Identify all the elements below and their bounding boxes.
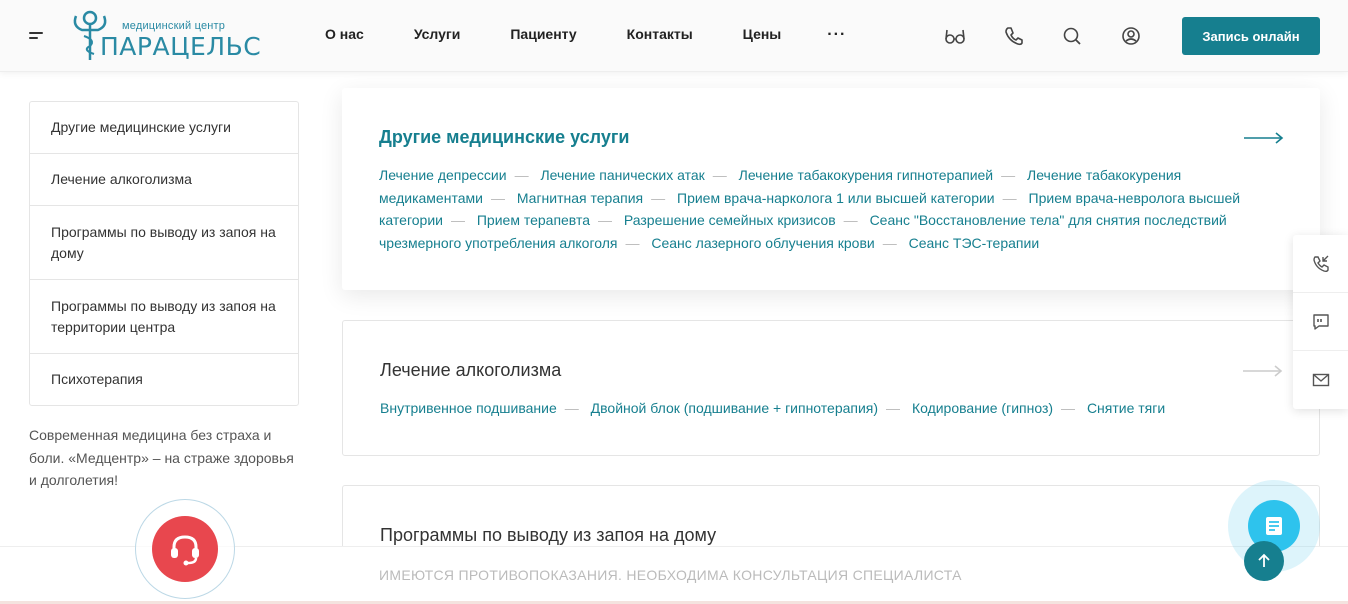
card-title[interactable]: Лечение алкоголизма bbox=[380, 360, 561, 381]
link-separator: — bbox=[712, 167, 727, 183]
nav-about[interactable]: О нас bbox=[325, 26, 364, 44]
sidebar-tagline: Современная медицина без страха и боли. … bbox=[29, 427, 294, 488]
service-card-alcoholism: Лечение алкоголизма Внутривенное подшива… bbox=[342, 320, 1320, 456]
service-link[interactable]: Магнитная терапия bbox=[517, 190, 643, 206]
sidebar-menu: Другие медицинские услуги Лечение алкого… bbox=[29, 101, 299, 406]
service-link[interactable]: Прием терапевта bbox=[477, 212, 590, 228]
service-link[interactable]: Снятие тяги bbox=[1087, 400, 1165, 416]
glasses-icon[interactable] bbox=[944, 25, 966, 47]
service-link[interactable]: Внутривенное подшивание bbox=[380, 400, 557, 416]
link-separator: — bbox=[882, 234, 897, 251]
sidebar-item-psychotherapy[interactable]: Психотерапия bbox=[30, 354, 298, 405]
logo-subtitle: медицинский центр bbox=[122, 20, 226, 32]
arrow-right-icon[interactable] bbox=[1244, 132, 1284, 144]
contraindications-warning: ИМЕЮТСЯ ПРОТИВОПОКАЗАНИЯ. НЕОБХОДИМА КОН… bbox=[379, 567, 962, 583]
link-separator: — bbox=[886, 400, 901, 416]
service-link[interactable]: Лечение депрессии bbox=[379, 167, 507, 183]
sidebar-item-home-detox[interactable]: Программы по выводу из запоя на дому bbox=[30, 206, 298, 280]
book-online-button[interactable]: Запись онлайн bbox=[1182, 17, 1320, 55]
sidebar-item-center-detox[interactable]: Программы по выводу из запоя на территор… bbox=[30, 280, 298, 354]
service-link[interactable]: Сеанс ТЭС-терапии bbox=[909, 235, 1040, 251]
site-logo[interactable]: медицинский центр ПАРАЦЕЛЬС bbox=[70, 10, 261, 62]
menu-burger-icon[interactable] bbox=[29, 31, 43, 41]
link-separator: — bbox=[651, 189, 666, 206]
scroll-top-button[interactable] bbox=[1244, 541, 1284, 581]
link-separator: — bbox=[514, 167, 529, 183]
link-separator: — bbox=[1061, 400, 1076, 416]
headset-icon bbox=[171, 535, 199, 566]
link-separator: — bbox=[1001, 167, 1016, 183]
service-link[interactable]: Лечение табакокурения гипнотерапией bbox=[739, 167, 993, 183]
card-links: Лечение депрессии — Лечение панических ат… bbox=[379, 164, 1279, 254]
headset-button[interactable] bbox=[152, 516, 218, 582]
link-separator: — bbox=[450, 212, 465, 229]
arrow-up-icon bbox=[1258, 553, 1270, 567]
service-link[interactable]: Прием врача-нарколога 1 или высшей катег… bbox=[677, 190, 995, 206]
link-separator: — bbox=[490, 189, 505, 206]
sidebar-item-other-services[interactable]: Другие медицинские услуги bbox=[30, 102, 298, 154]
user-icon[interactable] bbox=[1120, 25, 1142, 47]
logo-title: ПАРАЦЕЛЬС bbox=[100, 32, 262, 61]
main-nav: О нас Услуги Пациенту Контакты Цены ··· bbox=[325, 26, 846, 44]
search-icon[interactable] bbox=[1061, 25, 1083, 47]
link-separator: — bbox=[843, 212, 858, 229]
card-links: Внутривенное подшивание — Двойной блок (п… bbox=[380, 397, 1280, 420]
service-card-other: Другие медицинские услуги Лечение депрес… bbox=[342, 88, 1320, 290]
phone-icon[interactable] bbox=[1003, 25, 1025, 47]
nav-more-icon[interactable]: ··· bbox=[827, 26, 846, 44]
card-title[interactable]: Программы по выводу из запоя на дому bbox=[380, 525, 716, 546]
mail-icon bbox=[1312, 373, 1329, 387]
nav-services[interactable]: Услуги bbox=[414, 26, 461, 44]
nav-contacts[interactable]: Контакты bbox=[627, 26, 693, 44]
card-title[interactable]: Другие медицинские услуги bbox=[379, 127, 629, 148]
chat-bubble-icon bbox=[1312, 313, 1329, 330]
callback-widget[interactable] bbox=[135, 499, 235, 599]
mail-button[interactable] bbox=[1293, 351, 1348, 409]
link-separator: — bbox=[1002, 189, 1017, 206]
callback-icon bbox=[1312, 255, 1329, 272]
service-link[interactable]: Сеанс лазерного облучения крови bbox=[651, 235, 874, 251]
sidebar-item-alcoholism[interactable]: Лечение алкоголизма bbox=[30, 154, 298, 206]
document-chat-icon bbox=[1266, 517, 1282, 535]
link-separator: — bbox=[564, 400, 579, 416]
nav-prices[interactable]: Цены bbox=[743, 26, 782, 44]
service-link[interactable]: Кодирование (гипноз) bbox=[912, 400, 1053, 416]
service-link[interactable]: Двойной блок (подшивание + гипнотерапия) bbox=[591, 400, 878, 416]
arrow-right-icon[interactable] bbox=[1243, 365, 1283, 377]
link-separator: — bbox=[597, 212, 612, 229]
nav-patient[interactable]: Пациенту bbox=[510, 26, 576, 44]
service-link[interactable]: Разрешение семейных кризисов bbox=[624, 212, 836, 228]
service-link[interactable]: Лечение панических атак bbox=[540, 167, 704, 183]
chat-button[interactable] bbox=[1293, 293, 1348, 351]
contact-side-panel bbox=[1293, 235, 1348, 409]
callback-button[interactable] bbox=[1293, 235, 1348, 293]
link-separator: — bbox=[625, 234, 640, 251]
site-header: медицинский центр ПАРАЦЕЛЬС О нас Услуги… bbox=[0, 0, 1348, 72]
